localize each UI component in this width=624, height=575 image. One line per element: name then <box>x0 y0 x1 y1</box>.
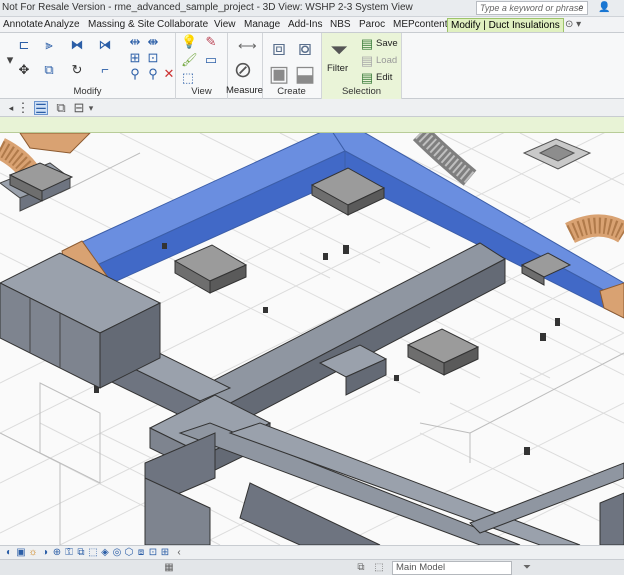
hide-element-icon[interactable]: 💡 <box>181 35 197 49</box>
delete-icon[interactable]: ✕ <box>162 67 176 81</box>
array-icon[interactable]: ⊞ <box>128 51 142 65</box>
selection-group: ⏷ Filter ▤ Save ▤ Load ▤ Edit Selection <box>322 33 402 99</box>
split-gap-icon[interactable]: ⇼ <box>146 35 160 49</box>
section-box-icon[interactable]: ⧉ <box>54 101 68 115</box>
mirror-pick-axis-icon[interactable]: ⧓ <box>70 38 84 52</box>
edit-button[interactable]: Edit <box>376 72 392 83</box>
split-icon[interactable]: ⇹ <box>128 35 142 49</box>
pin-icon[interactable]: ⚲ <box>128 67 142 81</box>
create-assembly-icon[interactable]: ⧈ <box>266 35 292 61</box>
create-parts-icon[interactable]: ⧇ <box>292 35 318 61</box>
active-model-select[interactable]: Main Model <box>392 561 512 575</box>
ribbon-panel: ▾ ⊏ ⫸ ⧓ ⧒ ✥ ⧉ ↻ ⌐ ⇹ ⇼ ⊞ ⊡ ⚲ ⚲ ✕ Modify 💡… <box>0 33 624 99</box>
view-group: 💡 ✎ 🖌 ▭ ⬚ View <box>176 33 228 99</box>
search-input[interactable]: Type a keyword or phrase ⌕ <box>476 1 588 15</box>
filter-status-icon[interactable]: ⏷ <box>520 561 534 575</box>
search-icon[interactable]: ⌕ <box>578 2 584 13</box>
thin-lines-icon[interactable]: ⋮ <box>16 101 30 115</box>
tab-paroc[interactable]: Paroc <box>356 18 388 32</box>
model-label: Main Model <box>396 562 446 573</box>
diffuser[interactable] <box>173 244 248 294</box>
scroll-left-icon[interactable]: ‹ <box>172 546 186 560</box>
context-bar <box>0 117 624 133</box>
ribbon-tab-bar: Annotate Analyze Massing & Site Collabor… <box>0 17 624 33</box>
trim-extend-icon[interactable]: ⌐ <box>98 63 112 77</box>
modify-group: ▾ ⊏ ⫸ ⧓ ⧒ ✥ ⧉ ↻ ⌐ ⇹ ⇼ ⊞ ⊡ ⚲ ⚲ ✕ Modify <box>0 33 176 99</box>
view-group-label: View <box>191 86 212 97</box>
view-control-bar: ◐ ▣ ☼ ◑ ⊕ ⚿ ⧉ ⬚ ◈ ◎ ⬡ ⧈ ⊡ ⊞ ‹ <box>0 545 624 559</box>
dimension-icon[interactable]: ⊘ <box>230 57 256 83</box>
paint-icon[interactable]: 🖌 <box>181 53 198 67</box>
tab-collaborate[interactable]: Collaborate <box>154 18 211 32</box>
unpin-icon[interactable]: ⚲ <box>146 67 160 81</box>
measure-group-label: Measure <box>226 85 263 96</box>
modify-dropdown-icon[interactable]: ▾ <box>3 53 17 67</box>
filter-button[interactable]: Filter <box>327 63 348 74</box>
tab-massing-site[interactable]: Massing & Site <box>85 18 158 32</box>
align-icon[interactable]: ⊏ <box>17 38 31 52</box>
diffuser[interactable] <box>406 328 480 376</box>
load-selection-icon: ▤ <box>360 53 374 68</box>
tab-manage[interactable]: Manage <box>241 18 283 32</box>
properties-icon[interactable]: ☰ <box>34 101 48 116</box>
ribbon-toggle-icon[interactable]: ⊙ ▾ <box>562 18 584 32</box>
create-group-label: Create <box>277 86 306 97</box>
window-title: Not For Resale Version - rme_advanced_sa… <box>2 2 413 13</box>
tab-mepcontent[interactable]: MEPcontent <box>390 18 450 32</box>
tab-modify-duct-insulations[interactable]: Modify | Duct Insulations <box>447 18 564 32</box>
filter-icon[interactable]: ⏷ <box>326 37 352 63</box>
save-button[interactable]: Save <box>376 38 398 49</box>
options-dropdown-icon[interactable]: ▾ <box>84 101 98 115</box>
override-graphics-icon[interactable]: ✎ <box>204 35 218 49</box>
rotate-icon[interactable]: ↻ <box>70 63 84 77</box>
load-button: Load <box>376 55 398 66</box>
model-view[interactable] <box>0 133 624 545</box>
scale-icon[interactable]: ⊡ <box>146 51 160 65</box>
create-similar-icon[interactable]: ⬓ <box>292 61 318 87</box>
air-handling-unit[interactable] <box>0 252 162 389</box>
editable-only-icon[interactable]: ⧉ <box>354 561 368 575</box>
mirror-draw-axis-icon[interactable]: ⧒ <box>98 38 112 52</box>
tab-add-ins[interactable]: Add-Ins <box>285 18 325 32</box>
title-bar: Not For Resale Version - rme_advanced_sa… <box>0 0 624 17</box>
create-group-icon[interactable]: ▣ <box>266 61 292 87</box>
modify-group-label: Modify <box>73 86 102 97</box>
status-bar: ▦ ⧉ ⬚ Main Model ⏷ <box>0 559 624 575</box>
move-icon[interactable]: ✥ <box>17 63 31 77</box>
worksets-icon[interactable]: ▦ <box>162 561 176 575</box>
select-box-icon[interactable]: ⬚ <box>181 71 195 85</box>
design-options-icon[interactable]: ⬚ <box>372 561 386 575</box>
user-icon[interactable]: 👤 <box>598 2 610 13</box>
3d-viewport[interactable] <box>0 133 624 545</box>
selection-group-label: Selection <box>341 86 382 97</box>
options-bar: ◂ ⋮ ☰ ⧉ ⊟ ▾ <box>0 99 624 117</box>
tab-analyze[interactable]: Analyze <box>41 18 83 32</box>
duct-lower-runs[interactable] <box>144 422 581 545</box>
tab-view[interactable]: View <box>211 18 239 32</box>
edit-selection-icon[interactable]: ▤ <box>360 71 374 85</box>
tab-annotate[interactable]: Annotate <box>0 18 46 32</box>
measure-between-icon[interactable]: ⟷ <box>238 39 257 53</box>
reveal-constraints-icon[interactable]: ⊞ <box>158 546 172 560</box>
save-selection-icon[interactable]: ▤ <box>360 37 374 51</box>
flex-duct-right <box>565 214 624 244</box>
tab-nbs[interactable]: NBS <box>327 18 354 32</box>
search-placeholder: Type a keyword or phrase <box>480 3 584 13</box>
copy-icon[interactable]: ⧉ <box>42 63 56 77</box>
create-group: ⧈ ⧇ ▣ ⬓ Create <box>262 33 322 99</box>
linework-icon[interactable]: ▭ <box>204 53 218 67</box>
diffuser[interactable] <box>522 138 592 170</box>
offset-icon[interactable]: ⫸ <box>42 38 56 52</box>
